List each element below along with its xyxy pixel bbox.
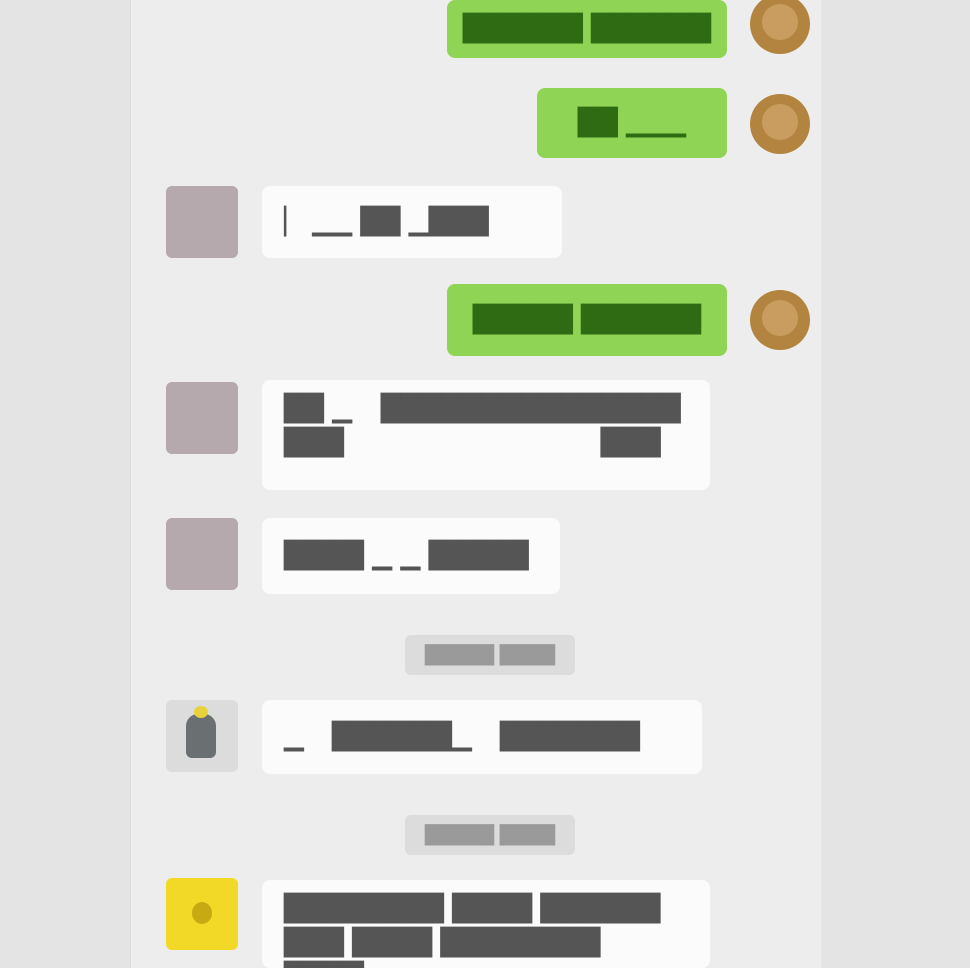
my-avatar-icon[interactable] (750, 290, 810, 350)
incoming-message-bubble[interactable]: ██ ▁ ███ ███████████ ████ ███ (262, 380, 710, 490)
yellow-group-avatar-icon[interactable] (166, 878, 238, 950)
incoming-message-bubble[interactable]: ▁ ██████▁ ███████ (262, 700, 702, 774)
message-text: ███████████ (380, 394, 601, 424)
message-text: ██ ▁▁▁ (577, 108, 687, 138)
message-text: ████ ▁ ▁ █████ (284, 541, 529, 571)
outgoing-message-bubble[interactable]: ██ ▁▁▁ (537, 88, 727, 158)
message-text: ▁ (284, 722, 304, 752)
figure-avatar-icon[interactable] (166, 700, 238, 772)
logo-mark-icon (192, 902, 212, 924)
friend-avatar-icon[interactable] (166, 518, 238, 590)
outgoing-message-bubble[interactable]: ██████ ██████ (447, 0, 727, 58)
timestamp-label: █████ ████ (405, 815, 575, 855)
my-avatar-icon[interactable] (750, 94, 810, 154)
message-text: ████ ███ (600, 394, 681, 458)
outgoing-message-bubble[interactable]: █████ ██████ (447, 284, 727, 356)
message-text: ██ ▁ ███ (284, 394, 353, 458)
message-text: ▏ ▁▁ ██ ▁███ (284, 207, 489, 237)
message-text: ██████▁ (332, 722, 472, 752)
figure-icon (186, 706, 216, 758)
message-text: █████ ██████ (472, 305, 702, 335)
incoming-message-bubble[interactable]: ████ ▁ ▁ █████ (262, 518, 560, 594)
message-text: ███████ (499, 722, 640, 752)
message-text: ████████ ████ ██████ ███ ████ ████████ █… (284, 894, 661, 968)
friend-avatar-icon[interactable] (166, 186, 238, 258)
friend-avatar-icon[interactable] (166, 382, 238, 454)
message-text: ██████ ██████ (462, 14, 712, 44)
incoming-message-bubble[interactable]: ████████ ████ ██████ ███ ████ ████████ █… (262, 880, 710, 968)
incoming-message-bubble[interactable]: ▏ ▁▁ ██ ▁███ (262, 186, 562, 258)
timestamp-label: █████ ████ (405, 635, 575, 675)
